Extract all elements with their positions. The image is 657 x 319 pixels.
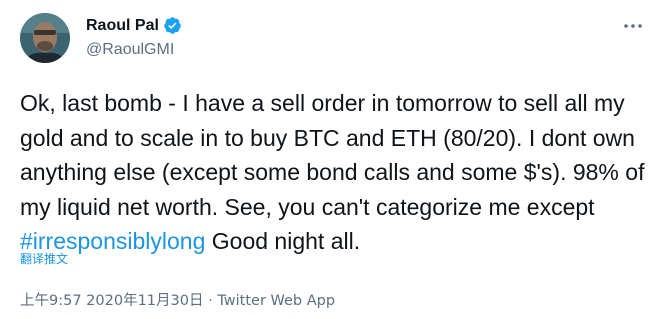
tweet-text: Ok, last bomb - I have a sell order in t…: [20, 86, 650, 259]
author-block: Raoul Pal @RaoulGMI: [86, 15, 182, 59]
author-handle[interactable]: @RaoulGMI: [86, 41, 182, 59]
avatar[interactable]: [20, 13, 70, 63]
tweet-text-main: Ok, last bomb - I have a sell order in t…: [20, 90, 645, 220]
tweet-source[interactable]: Twitter Web App: [217, 293, 335, 309]
more-horizontal-icon[interactable]: [623, 16, 643, 36]
tweet-card: Raoul Pal @RaoulGMI Ok, last bomb - I ha…: [0, 0, 657, 319]
tweet-text-end: Good night all.: [205, 228, 361, 254]
display-name[interactable]: Raoul Pal: [86, 17, 159, 35]
verified-badge-icon: [163, 16, 182, 35]
translate-tweet-link[interactable]: 翻译推文: [20, 250, 68, 267]
tweet-date[interactable]: 2020年11月30日: [86, 293, 203, 309]
meta-separator: ·: [208, 293, 213, 309]
author-name-row[interactable]: Raoul Pal: [86, 15, 182, 36]
tweet-meta: 上午9:57 2020年11月30日 · Twitter Web App: [20, 289, 335, 310]
tweet-time[interactable]: 上午9:57: [20, 293, 82, 309]
avatar-image: [20, 13, 70, 63]
